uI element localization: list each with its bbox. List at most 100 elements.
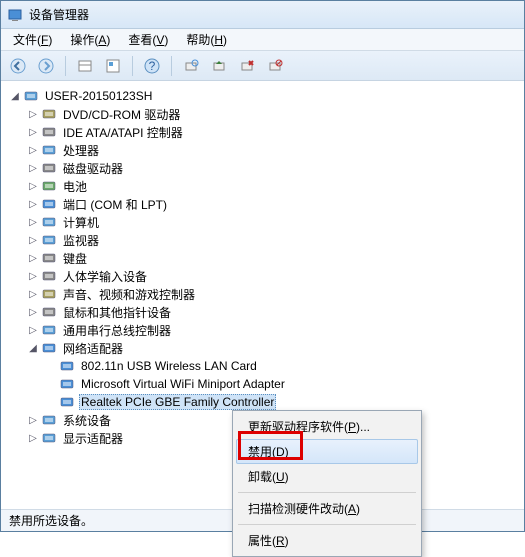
node-label: USER-20150123SH [43, 88, 154, 104]
node-label: 网络适配器 [61, 339, 125, 358]
tree-node[interactable]: ▷ 监视器 [5, 231, 524, 249]
expander-icon[interactable]: ▷ [27, 270, 39, 282]
help-button[interactable]: ? [141, 55, 163, 77]
expander-icon[interactable]: ▷ [27, 162, 39, 174]
node-label: 键盘 [61, 249, 89, 268]
node-label: 声音、视频和游戏控制器 [61, 285, 197, 304]
expander-icon[interactable] [45, 378, 57, 390]
node-label: 鼠标和其他指针设备 [61, 303, 173, 322]
node-label: 计算机 [61, 213, 101, 232]
toolbar: ? [1, 51, 524, 81]
tree-node[interactable]: ◢ 网络适配器 [5, 339, 524, 357]
usb-icon [41, 322, 57, 338]
node-label: 人体学输入设备 [61, 267, 149, 286]
netcard-icon [59, 358, 75, 374]
batt-icon [41, 178, 57, 194]
context-item[interactable]: 卸载(U) [236, 464, 418, 489]
netcard-icon [59, 394, 75, 410]
expander-icon[interactable]: ◢ [27, 342, 39, 354]
separator [65, 56, 66, 76]
node-label: 通用串行总线控制器 [61, 321, 173, 340]
menu-h[interactable]: 帮助(H) [178, 29, 235, 50]
back-button[interactable] [7, 55, 29, 77]
expander-icon[interactable]: ▷ [27, 216, 39, 228]
scan-button[interactable] [180, 55, 202, 77]
monitor-icon [41, 232, 57, 248]
tree-node[interactable]: ▷ 声音、视频和游戏控制器 [5, 285, 524, 303]
pc-icon [41, 214, 57, 230]
context-item[interactable]: 扫描检测硬件改动(A) [236, 496, 418, 521]
menu-separator [238, 524, 416, 525]
titlebar[interactable]: 设备管理器 [1, 1, 524, 29]
menu-v[interactable]: 查看(V) [120, 29, 176, 50]
tree-node[interactable]: ▷电池 [5, 177, 524, 195]
tree-node[interactable]: Realtek PCIe GBE Family Controller [5, 393, 524, 411]
tree-node[interactable]: Microsoft Virtual WiFi Miniport Adapter [5, 375, 524, 393]
update-button[interactable] [208, 55, 230, 77]
tree-node[interactable]: ▷ 人体学输入设备 [5, 267, 524, 285]
sys-icon [41, 412, 57, 428]
media-icon [41, 286, 57, 302]
kbd-icon [41, 250, 57, 266]
netcard-icon [59, 376, 75, 392]
properties-button[interactable] [102, 55, 124, 77]
show-hidden-button[interactable] [74, 55, 96, 77]
tree-node[interactable]: ▷ 鼠标和其他指针设备 [5, 303, 524, 321]
menu-separator [238, 492, 416, 493]
context-item[interactable]: 禁用(D) [236, 439, 418, 464]
menu-f[interactable]: 文件(F) [5, 29, 60, 50]
disk-icon [41, 160, 57, 176]
expander-icon[interactable]: ▷ [27, 198, 39, 210]
expander-icon[interactable]: ▷ [27, 252, 39, 264]
tree-node[interactable]: ▷ DVD/CD-ROM 驱动器 [5, 105, 524, 123]
tree-node[interactable]: ▷处理器 [5, 141, 524, 159]
expander-icon[interactable]: ▷ [27, 126, 39, 138]
separator [171, 56, 172, 76]
display-icon [41, 430, 57, 446]
tree-node[interactable]: ▷ 计算机 [5, 213, 524, 231]
node-label: Microsoft Virtual WiFi Miniport Adapter [79, 376, 287, 392]
menubar: 文件(F)操作(A)查看(V)帮助(H) [1, 29, 524, 51]
disable-button[interactable] [264, 55, 286, 77]
hid-icon [41, 268, 57, 284]
context-item[interactable]: 更新驱动程序软件(P)... [236, 414, 418, 439]
root-icon [23, 88, 39, 104]
node-label: DVD/CD-ROM 驱动器 [61, 105, 182, 124]
tree-node[interactable]: ▷ IDE ATA/ATAPI 控制器 [5, 123, 524, 141]
tree-node[interactable]: ▷ 键盘 [5, 249, 524, 267]
uninstall-button[interactable] [236, 55, 258, 77]
ide-icon [41, 124, 57, 140]
tree-node[interactable]: ▷ 磁盘驱动器 [5, 159, 524, 177]
expander-icon[interactable] [45, 360, 57, 372]
node-label: IDE ATA/ATAPI 控制器 [61, 123, 185, 142]
expander-icon[interactable]: ▷ [27, 288, 39, 300]
svg-text:?: ? [149, 59, 156, 73]
node-label: Realtek PCIe GBE Family Controller [79, 394, 276, 410]
node-label: 系统设备 [61, 411, 113, 430]
expander-icon[interactable]: ▷ [27, 234, 39, 246]
menu-a[interactable]: 操作(A) [62, 29, 118, 50]
tree-node[interactable]: ▷ 通用串行总线控制器 [5, 321, 524, 339]
tree-node[interactable]: 802.11n USB Wireless LAN Card [5, 357, 524, 375]
status-text: 禁用所选设备。 [9, 512, 93, 529]
forward-button[interactable] [35, 55, 57, 77]
expander-icon[interactable]: ▷ [27, 306, 39, 318]
cpu-icon [41, 142, 57, 158]
net-icon [41, 340, 57, 356]
context-menu: 更新驱动程序软件(P)...禁用(D)卸载(U)扫描检测硬件改动(A)属性(R) [232, 410, 422, 557]
tree-node[interactable]: ▷端口 (COM 和 LPT) [5, 195, 524, 213]
app-icon [7, 7, 23, 23]
tree-node[interactable]: ◢ USER-20150123SH [5, 87, 524, 105]
expander-icon[interactable]: ▷ [27, 144, 39, 156]
expander-icon[interactable] [45, 396, 57, 408]
node-label: 磁盘驱动器 [61, 159, 125, 178]
expander-icon[interactable]: ▷ [27, 324, 39, 336]
node-label: 显示适配器 [61, 429, 125, 448]
expander-icon[interactable]: ▷ [27, 180, 39, 192]
window-title: 设备管理器 [29, 6, 89, 23]
expander-icon[interactable]: ▷ [27, 108, 39, 120]
expander-icon[interactable]: ◢ [9, 90, 21, 102]
expander-icon[interactable]: ▷ [27, 414, 39, 426]
expander-icon[interactable]: ▷ [27, 432, 39, 444]
node-label: 监视器 [61, 231, 101, 250]
